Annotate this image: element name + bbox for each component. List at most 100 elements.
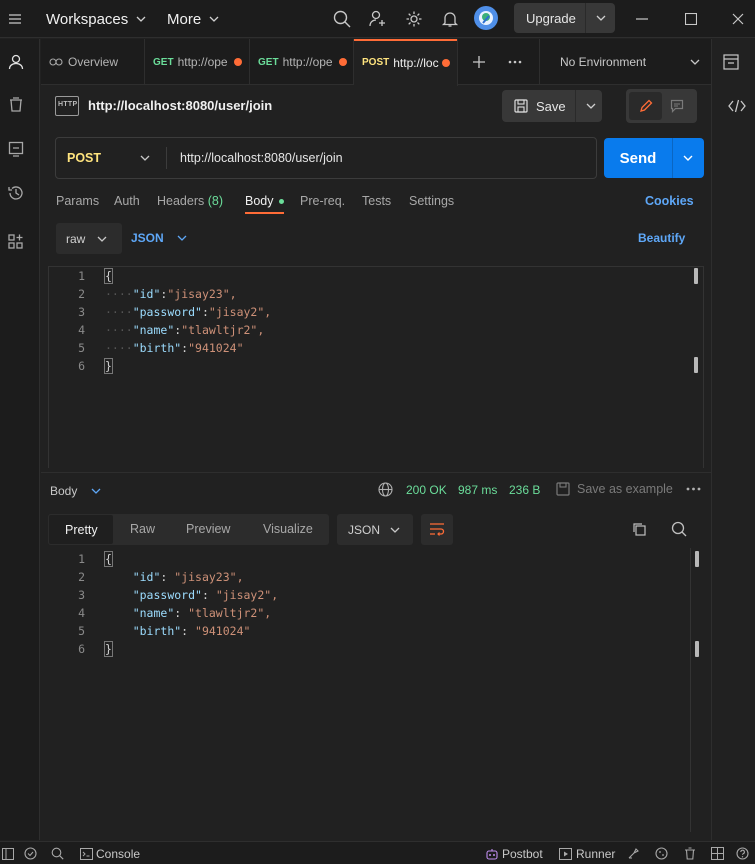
chevron-down-icon[interactable]	[596, 15, 606, 21]
online-status-icon[interactable]	[24, 847, 37, 860]
tab-label: Overview	[68, 55, 119, 69]
console-button[interactable]: Console	[80, 846, 140, 862]
avatar[interactable]	[474, 6, 498, 30]
hamburger-menu-icon[interactable]	[5, 9, 25, 29]
minimize-icon[interactable]	[632, 9, 652, 29]
tab-params[interactable]: Params	[56, 194, 99, 208]
status-code[interactable]: 200 OK	[406, 483, 447, 497]
tab-preview[interactable]: Preview	[186, 522, 230, 536]
line-number: 5	[78, 341, 85, 355]
line-number: 4	[78, 323, 85, 337]
more-menu[interactable]: More	[167, 0, 219, 38]
line-number: 6	[78, 359, 85, 373]
globe-icon[interactable]	[378, 482, 393, 497]
tab-headers[interactable]: Headers (8)	[157, 194, 223, 208]
request-title[interactable]: http://localhost:8080/user/join	[88, 98, 272, 113]
save-as-example-button[interactable]: Save as example	[577, 482, 673, 496]
cookies-icon[interactable]	[655, 847, 668, 860]
search-icon[interactable]	[332, 9, 352, 29]
url-input[interactable]: http://localhost:8080/user/join	[180, 151, 343, 165]
find-icon[interactable]	[51, 847, 64, 860]
beautify-link[interactable]: Beautify	[638, 231, 685, 245]
workspaces-menu[interactable]: Workspaces	[46, 0, 146, 38]
more-tabs-icon[interactable]	[508, 60, 522, 64]
upgrade-button[interactable]: Upgrade	[514, 3, 615, 33]
environments-icon[interactable]	[7, 140, 25, 158]
user-profile-icon[interactable]	[7, 53, 25, 71]
line-number: 3	[78, 305, 85, 319]
more-options-icon[interactable]	[686, 487, 701, 491]
comments-icon[interactable]	[670, 99, 684, 113]
workspaces-label: Workspaces	[46, 10, 129, 28]
collections-icon[interactable]	[7, 96, 25, 114]
body-format-select[interactable]: JSON	[131, 230, 191, 248]
cookies-link[interactable]: Cookies	[645, 194, 694, 208]
tab-body[interactable]: Body	[245, 194, 274, 208]
toggle-sidebar-icon[interactable]	[2, 848, 14, 860]
status-bar: Console Postbot Runner	[0, 841, 755, 864]
chevron-down-icon[interactable]	[683, 155, 693, 161]
send-button[interactable]: Send	[604, 138, 672, 178]
edit-mode-button[interactable]	[629, 92, 662, 120]
apps-grid-icon[interactable]	[7, 233, 25, 251]
runner-button[interactable]: Runner	[559, 846, 615, 862]
environment-quick-look[interactable]	[716, 53, 746, 73]
overview-icon	[49, 58, 63, 66]
postbot-button[interactable]: Postbot	[485, 846, 543, 862]
environment-selector[interactable]: No Environment	[539, 39, 711, 85]
tab-get-request-2[interactable]: GET http://ope	[250, 39, 354, 85]
copy-icon[interactable]	[632, 522, 647, 537]
json-key: "password"	[132, 305, 202, 319]
environment-quick-look-icon	[723, 54, 739, 70]
method-select[interactable]: POST	[56, 138, 166, 178]
settings-gear-icon[interactable]	[404, 9, 424, 29]
help-icon[interactable]	[736, 847, 749, 860]
response-size[interactable]: 236 B	[509, 483, 540, 497]
response-format-select[interactable]: JSON	[337, 514, 413, 545]
scrollbar-marker	[694, 357, 698, 373]
two-pane-view-icon[interactable]	[711, 847, 724, 860]
json-key: "id"	[132, 287, 161, 301]
code-snippet-icon[interactable]	[728, 99, 746, 113]
code-line: ····"name":"tlawltjr2",	[105, 323, 265, 337]
send-label: Send	[619, 149, 657, 167]
line-number: 6	[78, 642, 85, 656]
postbot-icon	[486, 848, 498, 860]
notifications-bell-icon[interactable]	[440, 9, 460, 29]
maximize-icon[interactable]	[681, 9, 701, 29]
tab-visualize[interactable]: Visualize	[263, 522, 313, 536]
line-number: 3	[78, 588, 85, 602]
history-icon[interactable]	[7, 184, 25, 202]
new-tab-plus-icon[interactable]	[472, 55, 486, 69]
search-icon[interactable]	[671, 521, 687, 537]
pane-divider[interactable]	[41, 472, 711, 473]
response-time[interactable]: 987 ms	[458, 483, 497, 497]
close-window-icon[interactable]	[728, 9, 748, 29]
response-section-select[interactable]: Body	[50, 483, 110, 499]
chevron-down-icon[interactable]	[586, 103, 596, 109]
tab-method: GET	[153, 56, 174, 68]
tab-prereq[interactable]: Pre-req.	[300, 194, 345, 208]
tab-pretty[interactable]: Pretty	[48, 514, 114, 545]
scrollbar-thumb[interactable]	[694, 268, 698, 284]
body-mode-label: raw	[66, 232, 86, 246]
url-bar: POST http://localhost:8080/user/join	[55, 137, 597, 179]
tab-overview[interactable]: Overview	[41, 39, 145, 85]
trash-icon[interactable]	[684, 847, 696, 860]
tab-raw[interactable]: Raw	[130, 522, 155, 536]
chevron-down-icon	[91, 488, 101, 494]
wrap-lines-button[interactable]	[421, 514, 453, 545]
tab-get-request-1[interactable]: GET http://ope	[145, 39, 250, 85]
body-mode-select[interactable]: raw	[56, 223, 122, 254]
tab-label: http://ope	[177, 55, 228, 69]
scrollbar-thumb[interactable]	[695, 551, 699, 567]
tab-post-request[interactable]: POST http://loc	[354, 39, 458, 86]
tab-auth[interactable]: Auth	[114, 194, 140, 208]
invite-user-icon[interactable]	[368, 9, 388, 29]
code-line: "password": "jisay2",	[132, 588, 279, 602]
capture-requests-icon[interactable]	[627, 847, 640, 860]
tab-tests[interactable]: Tests	[362, 194, 391, 208]
save-button[interactable]: Save	[502, 90, 575, 122]
tab-settings[interactable]: Settings	[409, 194, 454, 208]
save-label: Save	[536, 98, 566, 114]
